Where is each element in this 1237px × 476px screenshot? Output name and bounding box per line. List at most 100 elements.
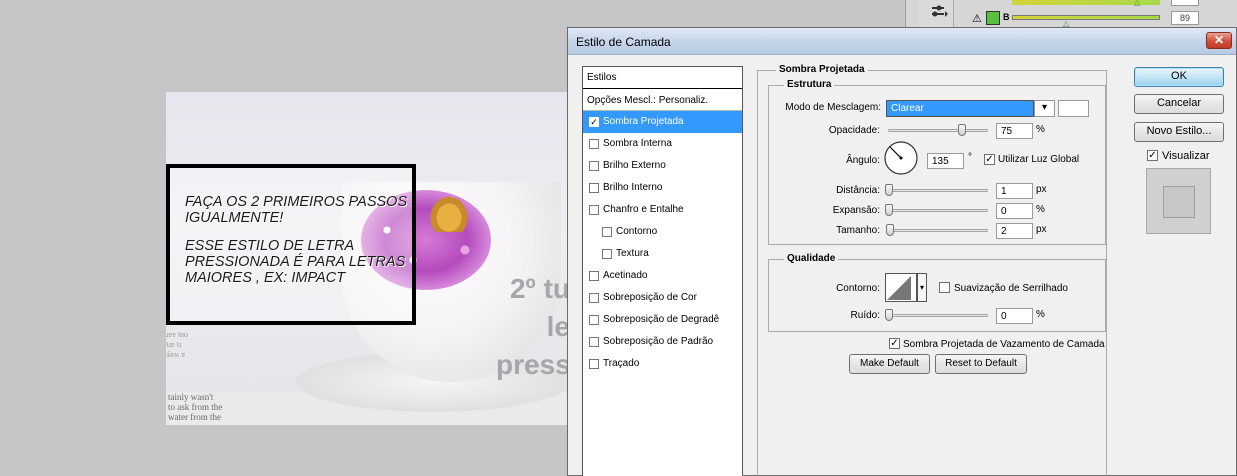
dialog-title: Estilo de Camada xyxy=(576,35,671,49)
channel-g-value[interactable] xyxy=(1171,0,1199,6)
spread-input[interactable]: 0 xyxy=(996,203,1033,219)
spread-slider[interactable] xyxy=(888,209,988,212)
style-item-checkbox[interactable]: ✓ xyxy=(589,117,599,127)
style-preview-swatch xyxy=(1163,186,1195,218)
chevron-down-icon: ▾ xyxy=(919,283,924,292)
blend-options-item[interactable]: Opções Mescl.: Personaliz. xyxy=(583,89,742,111)
global-light-checkbox[interactable]: ✓ xyxy=(984,154,995,165)
style-item[interactable]: Sobreposição de Padrão xyxy=(583,331,742,353)
channel-b-slider[interactable] xyxy=(1012,15,1160,20)
channel-b-value[interactable]: 89 xyxy=(1171,11,1199,25)
preview-label: Visualizar xyxy=(1162,150,1210,162)
note-line-1: FAÇA OS 2 PRIMEIROS PASSOS IGUALMENTE! xyxy=(185,194,408,226)
angle-dial[interactable] xyxy=(883,140,919,176)
opacity-unit: % xyxy=(1036,124,1045,135)
antialias-label: Suavização de Serrilhado xyxy=(954,283,1068,294)
style-item-label: Chanfro e Entalhe xyxy=(603,204,684,215)
contour-dropdown[interactable]: ▾ xyxy=(917,273,927,302)
book-text-left: ɹeɐ ʇno ʇɹɐ ʇɹ ʎɐʍ ɐ xyxy=(166,330,188,359)
slider-g-thumb-icon[interactable]: △ xyxy=(1134,0,1140,7)
styles-list: Estilos Opções Mescl.: Personaliz. ✓ Somb… xyxy=(582,66,743,476)
distance-slider-thumb[interactable] xyxy=(885,184,893,196)
distance-label: Distância: xyxy=(836,185,880,196)
opacity-input[interactable]: 75 xyxy=(996,123,1033,139)
section-title: Sombra Projetada xyxy=(776,64,868,75)
size-input[interactable]: 2 xyxy=(996,223,1033,239)
knockout-label: Sombra Projetada de Vazamento de Camada xyxy=(903,339,1105,350)
knockout-checkbox[interactable]: ✓ xyxy=(889,338,900,349)
size-slider[interactable] xyxy=(888,229,988,232)
style-item-checkbox[interactable] xyxy=(589,161,599,171)
crown-image xyxy=(419,184,479,232)
contour-picker[interactable] xyxy=(885,273,917,302)
distance-unit: px xyxy=(1036,184,1047,195)
opacity-slider-thumb[interactable] xyxy=(958,124,966,136)
warning-icon: ⚠ xyxy=(972,13,982,25)
style-item-checkbox[interactable] xyxy=(589,139,599,149)
layer-style-dialog: Estilo de Camada ✕ Estilos Opções Mescl.… xyxy=(567,27,1237,476)
close-icon: ✕ xyxy=(1213,33,1225,47)
adjustment-tool-icon[interactable] xyxy=(931,4,949,20)
chevron-down-icon: ▾ xyxy=(1041,102,1048,113)
style-item-label: Sobreposição de Padrão xyxy=(603,336,714,347)
size-unit: px xyxy=(1036,224,1047,235)
book-text-bottom: tainly wasn't to ask from the water from… xyxy=(168,392,223,422)
style-item-checkbox[interactable] xyxy=(589,359,599,369)
style-item-checkbox[interactable] xyxy=(589,205,599,215)
noise-unit: % xyxy=(1036,309,1045,320)
antialias-checkbox[interactable] xyxy=(939,282,950,293)
style-item-checkbox[interactable] xyxy=(602,227,612,237)
preview-checkbox[interactable]: ✓ xyxy=(1147,150,1158,161)
angle-label: Ângulo: xyxy=(846,155,880,166)
styles-header[interactable]: Estilos xyxy=(583,67,742,89)
size-label: Tamanho: xyxy=(836,225,880,236)
style-item[interactable]: Acetinado xyxy=(583,265,742,287)
ok-button[interactable]: OK xyxy=(1134,67,1224,87)
close-button[interactable]: ✕ xyxy=(1206,32,1232,49)
spread-unit: % xyxy=(1036,204,1045,215)
style-item[interactable]: Traçado xyxy=(583,353,742,375)
blend-mode-dropdown[interactable]: ▾ xyxy=(1034,100,1055,117)
noise-slider[interactable] xyxy=(888,314,988,317)
blend-mode-select[interactable]: Clarear xyxy=(886,100,1034,117)
channel-color-swatch[interactable] xyxy=(986,11,1000,25)
make-default-button[interactable]: Make Default xyxy=(849,354,930,374)
new-style-button[interactable]: Novo Estilo... xyxy=(1134,122,1224,142)
style-item[interactable]: Sobreposição de Cor xyxy=(583,287,742,309)
style-item-checkbox[interactable] xyxy=(589,315,599,325)
style-item[interactable]: Brilho Externo xyxy=(583,155,742,177)
style-item[interactable]: ✓ Sombra Projetada xyxy=(583,111,742,133)
style-item-label: Sobreposição de Cor xyxy=(603,292,697,303)
style-item-checkbox[interactable] xyxy=(589,271,599,281)
shadow-color-swatch[interactable] xyxy=(1058,100,1089,117)
distance-input[interactable]: 1 xyxy=(996,183,1033,199)
distance-slider[interactable] xyxy=(888,189,988,192)
style-item-label: Brilho Externo xyxy=(603,160,666,171)
contour-label: Contorno: xyxy=(836,283,880,294)
spread-slider-thumb[interactable] xyxy=(885,204,893,216)
style-item[interactable]: Contorno xyxy=(583,221,742,243)
noise-input[interactable]: 0 xyxy=(996,308,1033,324)
noise-slider-thumb[interactable] xyxy=(885,309,893,321)
opacity-slider[interactable] xyxy=(888,129,988,132)
dialog-titlebar[interactable]: Estilo de Camada ✕ xyxy=(568,28,1236,55)
reset-default-button[interactable]: Reset to Default xyxy=(935,354,1027,374)
style-item-checkbox[interactable] xyxy=(589,293,599,303)
angle-input[interactable]: 135 xyxy=(927,153,964,169)
style-item[interactable]: Brilho Interno xyxy=(583,177,742,199)
style-item-label: Traçado xyxy=(603,358,640,369)
angle-unit: ° xyxy=(968,152,972,163)
style-item[interactable]: Sobreposição de Degradê xyxy=(583,309,742,331)
style-item-checkbox[interactable] xyxy=(589,337,599,347)
blend-mode-label: Modo de Mesclagem: xyxy=(785,102,881,113)
style-item-label: Contorno xyxy=(616,226,658,237)
opacity-label: Opacidade: xyxy=(828,125,880,136)
style-item[interactable]: Textura xyxy=(583,243,742,265)
style-item-checkbox[interactable] xyxy=(602,249,612,259)
style-item-checkbox[interactable] xyxy=(589,183,599,193)
style-item[interactable]: Chanfro e Entalhe xyxy=(583,199,742,221)
size-slider-thumb[interactable] xyxy=(886,224,894,236)
cancel-button[interactable]: Cancelar xyxy=(1134,94,1224,114)
channel-b-label: B xyxy=(1003,12,1010,22)
style-item[interactable]: Sombra Interna xyxy=(583,133,742,155)
